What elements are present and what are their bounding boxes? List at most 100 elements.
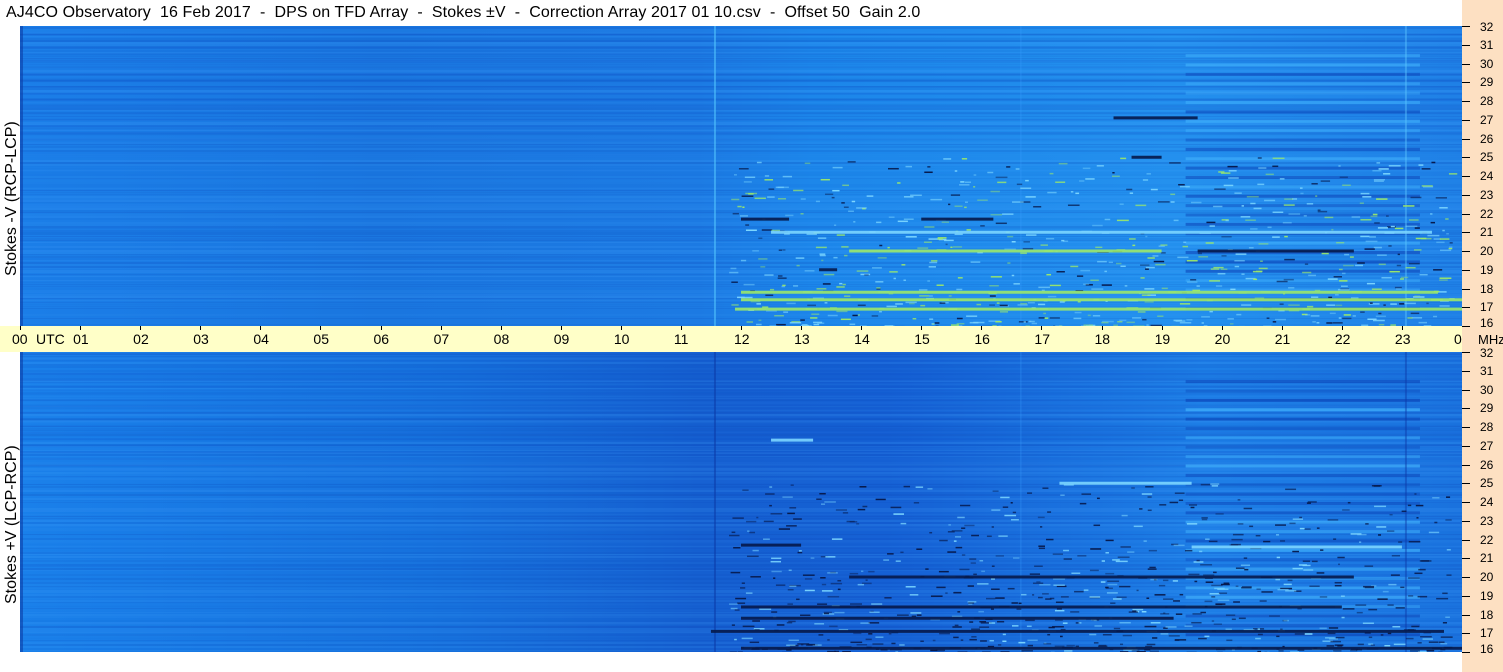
evening-stripe	[1185, 595, 1420, 599]
rfi-speck	[1326, 645, 1335, 647]
rfi-speck	[1344, 253, 1350, 256]
rfi-speck	[851, 200, 856, 203]
rfi-speck	[912, 317, 917, 320]
hf-stripe	[20, 66, 1462, 69]
rfi-speck	[997, 644, 1002, 646]
rfi-speck	[782, 284, 786, 287]
rfi-speck	[840, 318, 851, 321]
freq-tick-label: 28	[1480, 420, 1494, 434]
rfi-speck	[756, 303, 761, 305]
rfi-speck	[1013, 557, 1020, 559]
rfi-speck	[1276, 280, 1288, 283]
rfi-speck	[939, 539, 948, 542]
band-texture	[20, 190, 1462, 191]
rfi-speck	[1338, 563, 1341, 566]
rfi-speck	[957, 651, 968, 652]
rfi-speck	[1150, 578, 1158, 581]
rfi-speck	[1272, 236, 1280, 238]
rfi-speck	[1073, 317, 1082, 320]
rfi-speck	[1149, 650, 1159, 652]
rfi-speck	[929, 261, 938, 264]
rfi-speck	[1388, 583, 1397, 586]
band-texture	[20, 312, 1462, 313]
evening-stripe	[1185, 427, 1420, 430]
freq-tick-label: 17	[1480, 300, 1494, 315]
rfi-speck	[895, 651, 899, 652]
rfi-speck	[1175, 613, 1183, 615]
rfi-speck	[1439, 207, 1448, 209]
rfi-speck	[745, 224, 750, 226]
rfi-speck	[964, 181, 972, 183]
time-tick-label: 12	[734, 331, 750, 347]
time-tick	[981, 326, 983, 330]
rfi-speck	[1327, 519, 1339, 521]
rfi-speck	[1045, 598, 1052, 600]
rfi-speck	[741, 582, 745, 584]
rfi-speck	[1029, 320, 1035, 323]
rfi-speck	[1311, 296, 1319, 298]
rfi-speck	[1445, 616, 1450, 619]
rfi-speck	[1217, 599, 1230, 602]
rfi-speck	[916, 548, 923, 550]
rfi-speck	[1228, 170, 1237, 172]
band-texture	[20, 528, 1462, 530]
rfi-speck	[913, 502, 920, 504]
rfi-speck	[869, 611, 880, 614]
rfi-speck	[1255, 637, 1261, 640]
rfi-speck	[1112, 598, 1122, 600]
rfi-speck	[918, 289, 928, 291]
rfi-speck	[1152, 637, 1158, 639]
rfi-speck	[1410, 650, 1420, 652]
rfi-speck	[1204, 600, 1213, 603]
rfi-speck	[773, 577, 776, 579]
rfi-speck	[1338, 165, 1341, 167]
rfi-speck	[945, 592, 948, 594]
spectrogram-bottom	[20, 352, 1462, 652]
rfi-speck	[969, 638, 977, 641]
rfi-speck	[959, 184, 970, 186]
spectrogram-bottom-svg	[20, 352, 1462, 652]
utc-time-axis: 00 01 02 03 04 05 06 07 08 09 10 11 12 13 14 15 16 17 18 19…	[0, 326, 1470, 352]
evening-stripe	[1185, 445, 1420, 449]
vertical-artifact	[713, 352, 716, 652]
rfi-speck	[1131, 650, 1140, 652]
freq-tick	[1462, 352, 1470, 353]
rfi-speck	[1276, 635, 1280, 638]
rfi-speck	[947, 551, 957, 553]
rfi-speck	[1440, 642, 1448, 645]
hf-stripe	[20, 385, 1462, 388]
band-texture	[20, 76, 1462, 77]
hf-stripe	[20, 412, 1462, 414]
rfi-speck	[1334, 644, 1344, 646]
rfi-speck	[1343, 314, 1351, 316]
hf-stripe	[20, 431, 1462, 434]
rfi-speck	[987, 171, 994, 174]
rfi-speck	[948, 295, 952, 297]
rfi-speck	[1253, 207, 1262, 210]
rfi-speck	[868, 622, 880, 624]
rfi-speck	[1060, 494, 1065, 496]
rfi-speck	[1190, 279, 1197, 281]
rfi-speck	[1334, 581, 1342, 584]
rfi-speck	[1178, 499, 1184, 502]
rfi-band	[741, 605, 1342, 609]
rfi-speck	[1395, 288, 1402, 290]
rfi-speck	[1235, 253, 1247, 255]
evening-stripe	[1185, 408, 1420, 412]
band-texture	[20, 536, 1462, 538]
rfi-speck	[1360, 219, 1372, 221]
rfi-speck	[997, 181, 1007, 184]
rfi-speck	[737, 651, 743, 652]
band-texture	[20, 496, 1462, 497]
rfi-speck	[1269, 615, 1280, 617]
rfi-speck	[1417, 642, 1422, 644]
rfi-speck	[875, 636, 884, 638]
rfi-speck	[961, 527, 966, 529]
band-texture	[20, 160, 1462, 162]
rfi-speck	[742, 625, 755, 628]
rfi-speck	[1082, 167, 1091, 170]
freq-tick-label: 29	[1480, 75, 1494, 90]
rfi-speck	[1307, 501, 1317, 503]
rfi-speck	[778, 528, 791, 530]
rfi-speck	[979, 626, 990, 628]
